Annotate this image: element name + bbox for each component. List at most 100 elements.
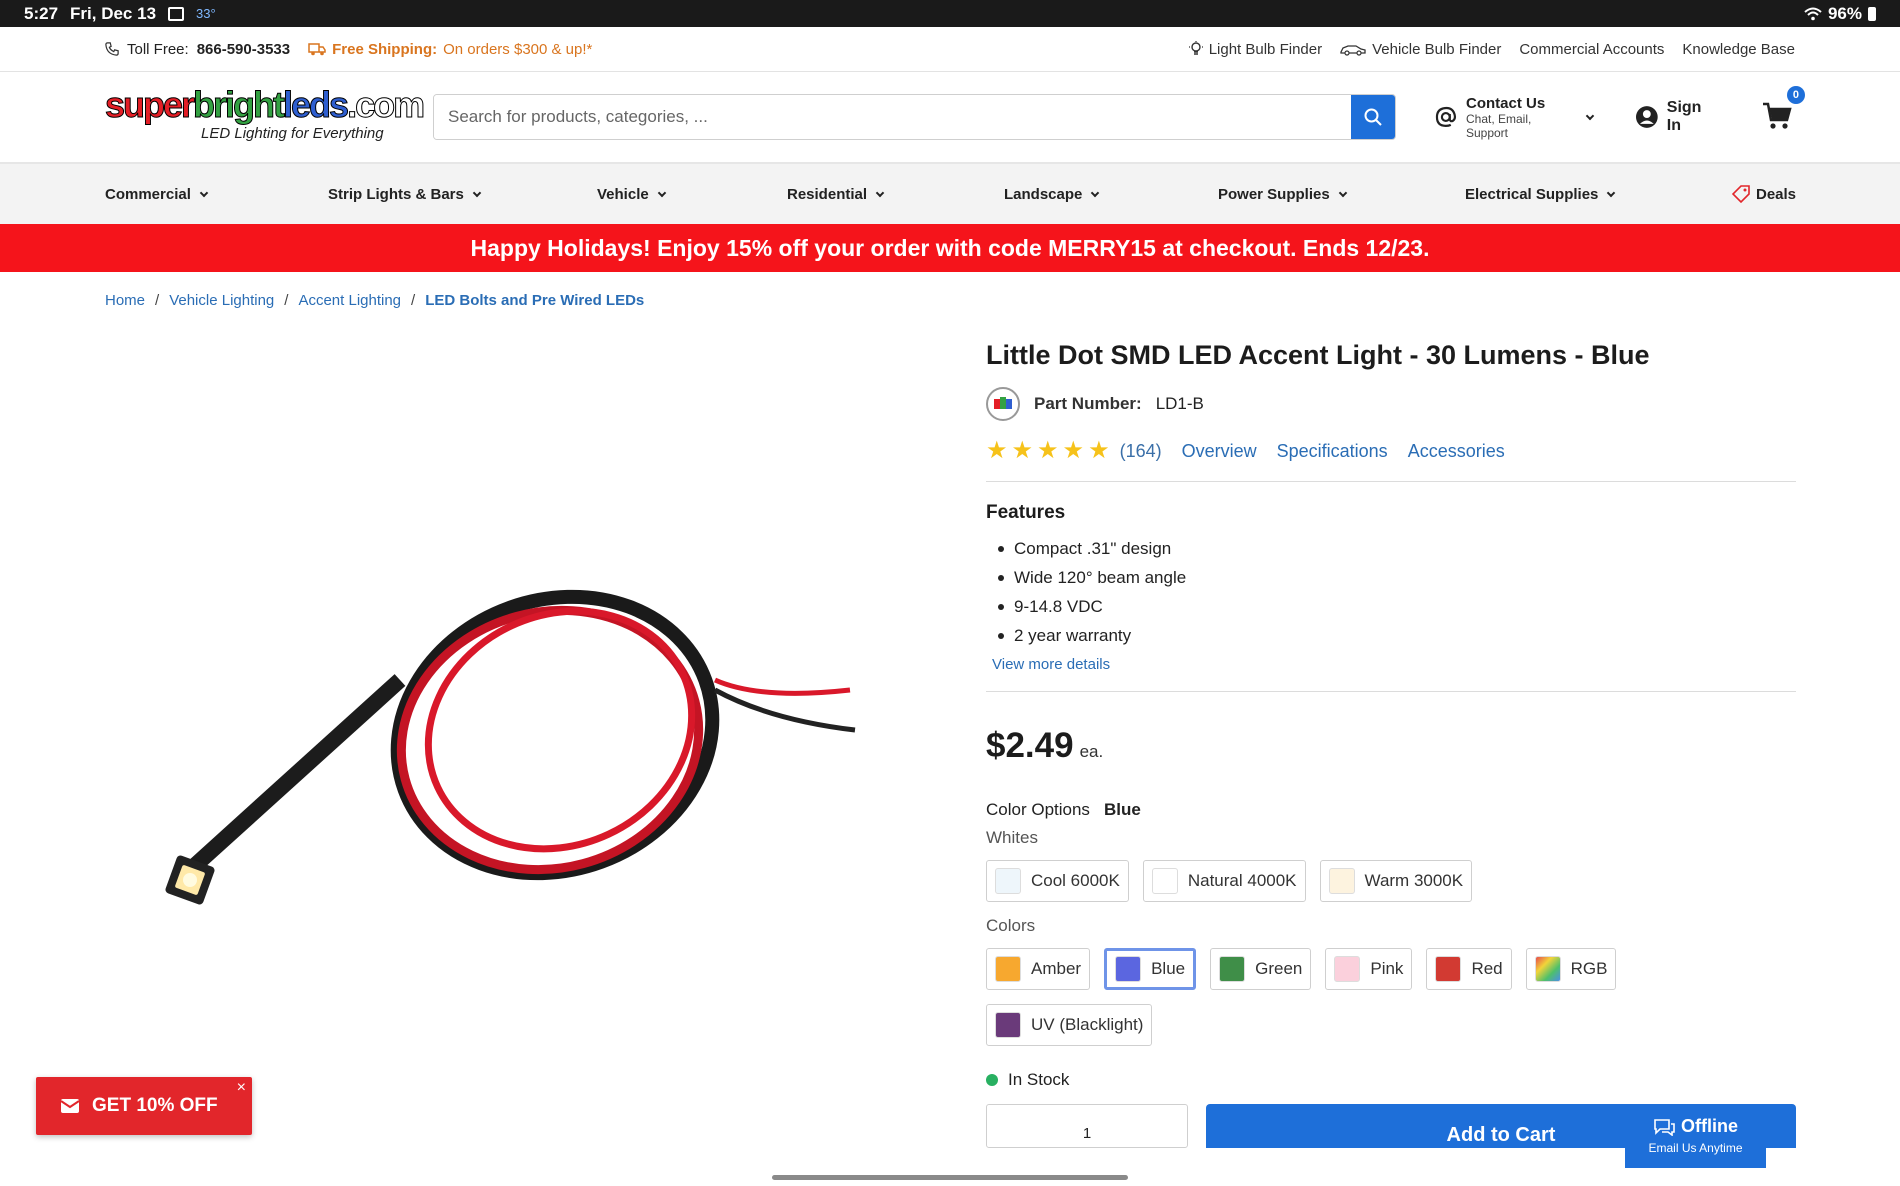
nav-item-landscape[interactable]: Landscape xyxy=(1004,186,1100,203)
nav-item-power-supplies[interactable]: Power Supplies xyxy=(1218,186,1347,203)
commercial-accounts-link[interactable]: Commercial Accounts xyxy=(1519,41,1664,58)
swatch-label: Pink xyxy=(1370,959,1404,978)
swatch-label: RGB xyxy=(1570,959,1608,978)
color-chip xyxy=(1435,956,1462,982)
swatch-label: Blue xyxy=(1151,959,1186,978)
breadcrumb-accent-lighting[interactable]: Accent Lighting xyxy=(298,292,401,309)
color-swatch[interactable]: UV (Blacklight) xyxy=(986,1004,1153,1046)
knowledge-base-link[interactable]: Knowledge Base xyxy=(1682,41,1795,58)
product-image[interactable] xyxy=(150,540,870,940)
swatch-label: Natural 4000K xyxy=(1187,871,1297,890)
status-time: 5:27 xyxy=(24,3,59,23)
color-options-value: Blue xyxy=(1103,800,1141,819)
battery-percent: 96% xyxy=(1827,3,1862,23)
in-stock-dot-icon xyxy=(986,1074,998,1086)
review-count-link[interactable]: (164) xyxy=(1120,441,1162,462)
nav-item-vehicle[interactable]: Vehicle xyxy=(597,186,666,203)
chevron-down-icon xyxy=(1091,188,1100,197)
vehicle-bulb-finder-label: Vehicle Bulb Finder xyxy=(1372,40,1502,58)
star-icon: ★ xyxy=(986,437,1008,464)
nav-item-strip-lights[interactable]: Strip Lights & Bars xyxy=(328,186,482,203)
chat-widget[interactable]: Offline Email Us Anytime xyxy=(1625,1106,1766,1168)
whites-swatches: Cool 6000K Natural 4000K Warm 3000K xyxy=(986,860,1796,902)
color-options-heading: Color Options Blue xyxy=(986,800,1796,820)
part-number-row: Part Number: LD1-B xyxy=(986,387,1796,421)
view-more-details-link[interactable]: View more details xyxy=(986,656,1796,673)
color-chip xyxy=(1219,956,1246,982)
car-icon xyxy=(1340,45,1366,56)
cart-button[interactable]: 0 xyxy=(1761,86,1805,134)
close-icon[interactable]: × xyxy=(237,1079,246,1097)
color-chip xyxy=(1334,956,1361,982)
nav-item-commercial[interactable]: Commercial xyxy=(105,186,209,203)
price-unit: ea. xyxy=(1079,742,1104,761)
divider xyxy=(986,691,1796,692)
holiday-promo-banner[interactable]: Happy Holidays! Enjoy 15% off your order… xyxy=(0,224,1900,272)
toll-free-number[interactable]: 866-590-3533 xyxy=(197,41,290,58)
cart-count-badge: 0 xyxy=(1786,86,1805,104)
breadcrumb-separator: / xyxy=(411,292,416,309)
color-swatch[interactable]: Blue xyxy=(1104,948,1197,990)
colors-swatches: Amber Blue Green Pink Red RGB UV (Blacklight) xyxy=(986,948,1796,1046)
chevron-down-icon xyxy=(657,188,666,197)
main-nav: Commercial Strip Lights & Bars Vehicle R… xyxy=(0,164,1900,224)
feature-item: 9-14.8 VDC xyxy=(986,592,1796,621)
color-swatch[interactable]: RGB xyxy=(1525,948,1617,990)
device-status-bar: 5:27 Fri, Dec 13 33° 96% xyxy=(0,0,1900,27)
tab-accessories[interactable]: Accessories xyxy=(1408,441,1505,462)
tag-icon xyxy=(1732,185,1750,203)
chevron-down-icon xyxy=(1338,188,1347,197)
search-input[interactable] xyxy=(434,95,1352,139)
search-icon xyxy=(1364,108,1383,126)
free-shipping-label: Free Shipping: xyxy=(332,40,438,58)
chevron-down-icon xyxy=(1607,188,1616,197)
white-swatch[interactable]: Natural 4000K xyxy=(1142,860,1306,902)
vehicle-bulb-finder-link[interactable]: Vehicle Bulb Finder xyxy=(1340,41,1501,58)
color-chip xyxy=(995,1012,1021,1038)
swatch-label: Warm 3000K xyxy=(1364,871,1464,890)
color-swatch[interactable]: Green xyxy=(1210,948,1312,990)
envelope-icon xyxy=(60,1099,80,1113)
logo-tagline: LED Lighting for Everything xyxy=(201,125,384,142)
nav-item-electrical-supplies[interactable]: Electrical Supplies xyxy=(1465,186,1616,203)
sign-in-button[interactable]: Sign In xyxy=(1635,99,1719,135)
feature-item: Compact .31" design xyxy=(986,534,1796,563)
user-icon xyxy=(1636,106,1658,128)
utility-bar: Toll Free: 866-590-3533 Free Shipping: O… xyxy=(0,27,1900,72)
tab-overview[interactable]: Overview xyxy=(1182,441,1257,462)
home-indicator[interactable] xyxy=(772,1175,1128,1180)
swatch-label: Green xyxy=(1255,959,1303,978)
free-shipping-text: On orders $300 & up!* xyxy=(443,40,593,58)
sign-in-label: Sign In xyxy=(1666,99,1702,134)
tab-specifications[interactable]: Specifications xyxy=(1277,441,1388,462)
color-swatch[interactable]: Red xyxy=(1426,948,1512,990)
quantity-input[interactable]: 1 xyxy=(986,1104,1188,1148)
color-swatch[interactable]: Pink xyxy=(1325,948,1413,990)
toll-free-label: Toll Free: xyxy=(127,40,189,58)
star-icon: ★ xyxy=(1088,437,1110,464)
features-heading: Features xyxy=(986,502,1066,523)
contact-us-subtitle: Chat, Email, Support xyxy=(1465,111,1532,140)
chevron-down-icon xyxy=(1585,111,1595,120)
chevron-down-icon xyxy=(199,188,209,197)
nav-item-residential[interactable]: Residential xyxy=(787,186,885,203)
nav-item-deals[interactable]: Deals xyxy=(1732,185,1796,203)
contact-us-menu[interactable]: Contact Us Chat, Email, Support xyxy=(1434,95,1595,140)
breadcrumb-home[interactable]: Home xyxy=(105,292,145,309)
whites-label: Whites xyxy=(986,828,1038,847)
site-logo[interactable]: superbrightleds.com LED Lighting for Eve… xyxy=(104,86,425,147)
get-10-off-button[interactable]: GET 10% OFF × xyxy=(36,1077,252,1135)
breadcrumb-current[interactable]: LED Bolts and Pre Wired LEDs xyxy=(425,292,644,309)
swatch-label: UV (Blacklight) xyxy=(1031,1015,1144,1034)
light-bulb-finder-link[interactable]: Light Bulb Finder xyxy=(1188,41,1322,58)
breadcrumb-vehicle-lighting[interactable]: Vehicle Lighting xyxy=(169,292,274,309)
white-swatch[interactable]: Warm 3000K xyxy=(1319,860,1473,902)
search-button[interactable] xyxy=(1351,95,1396,139)
offer-label: GET 10% OFF xyxy=(92,1095,218,1116)
at-sign-icon xyxy=(1436,106,1457,127)
search-bar xyxy=(433,94,1397,140)
feature-item: Wide 120° beam angle xyxy=(986,563,1796,592)
color-swatch[interactable]: Amber xyxy=(986,948,1091,990)
status-temp: 33° xyxy=(196,6,216,21)
white-swatch[interactable]: Cool 6000K xyxy=(986,860,1129,902)
